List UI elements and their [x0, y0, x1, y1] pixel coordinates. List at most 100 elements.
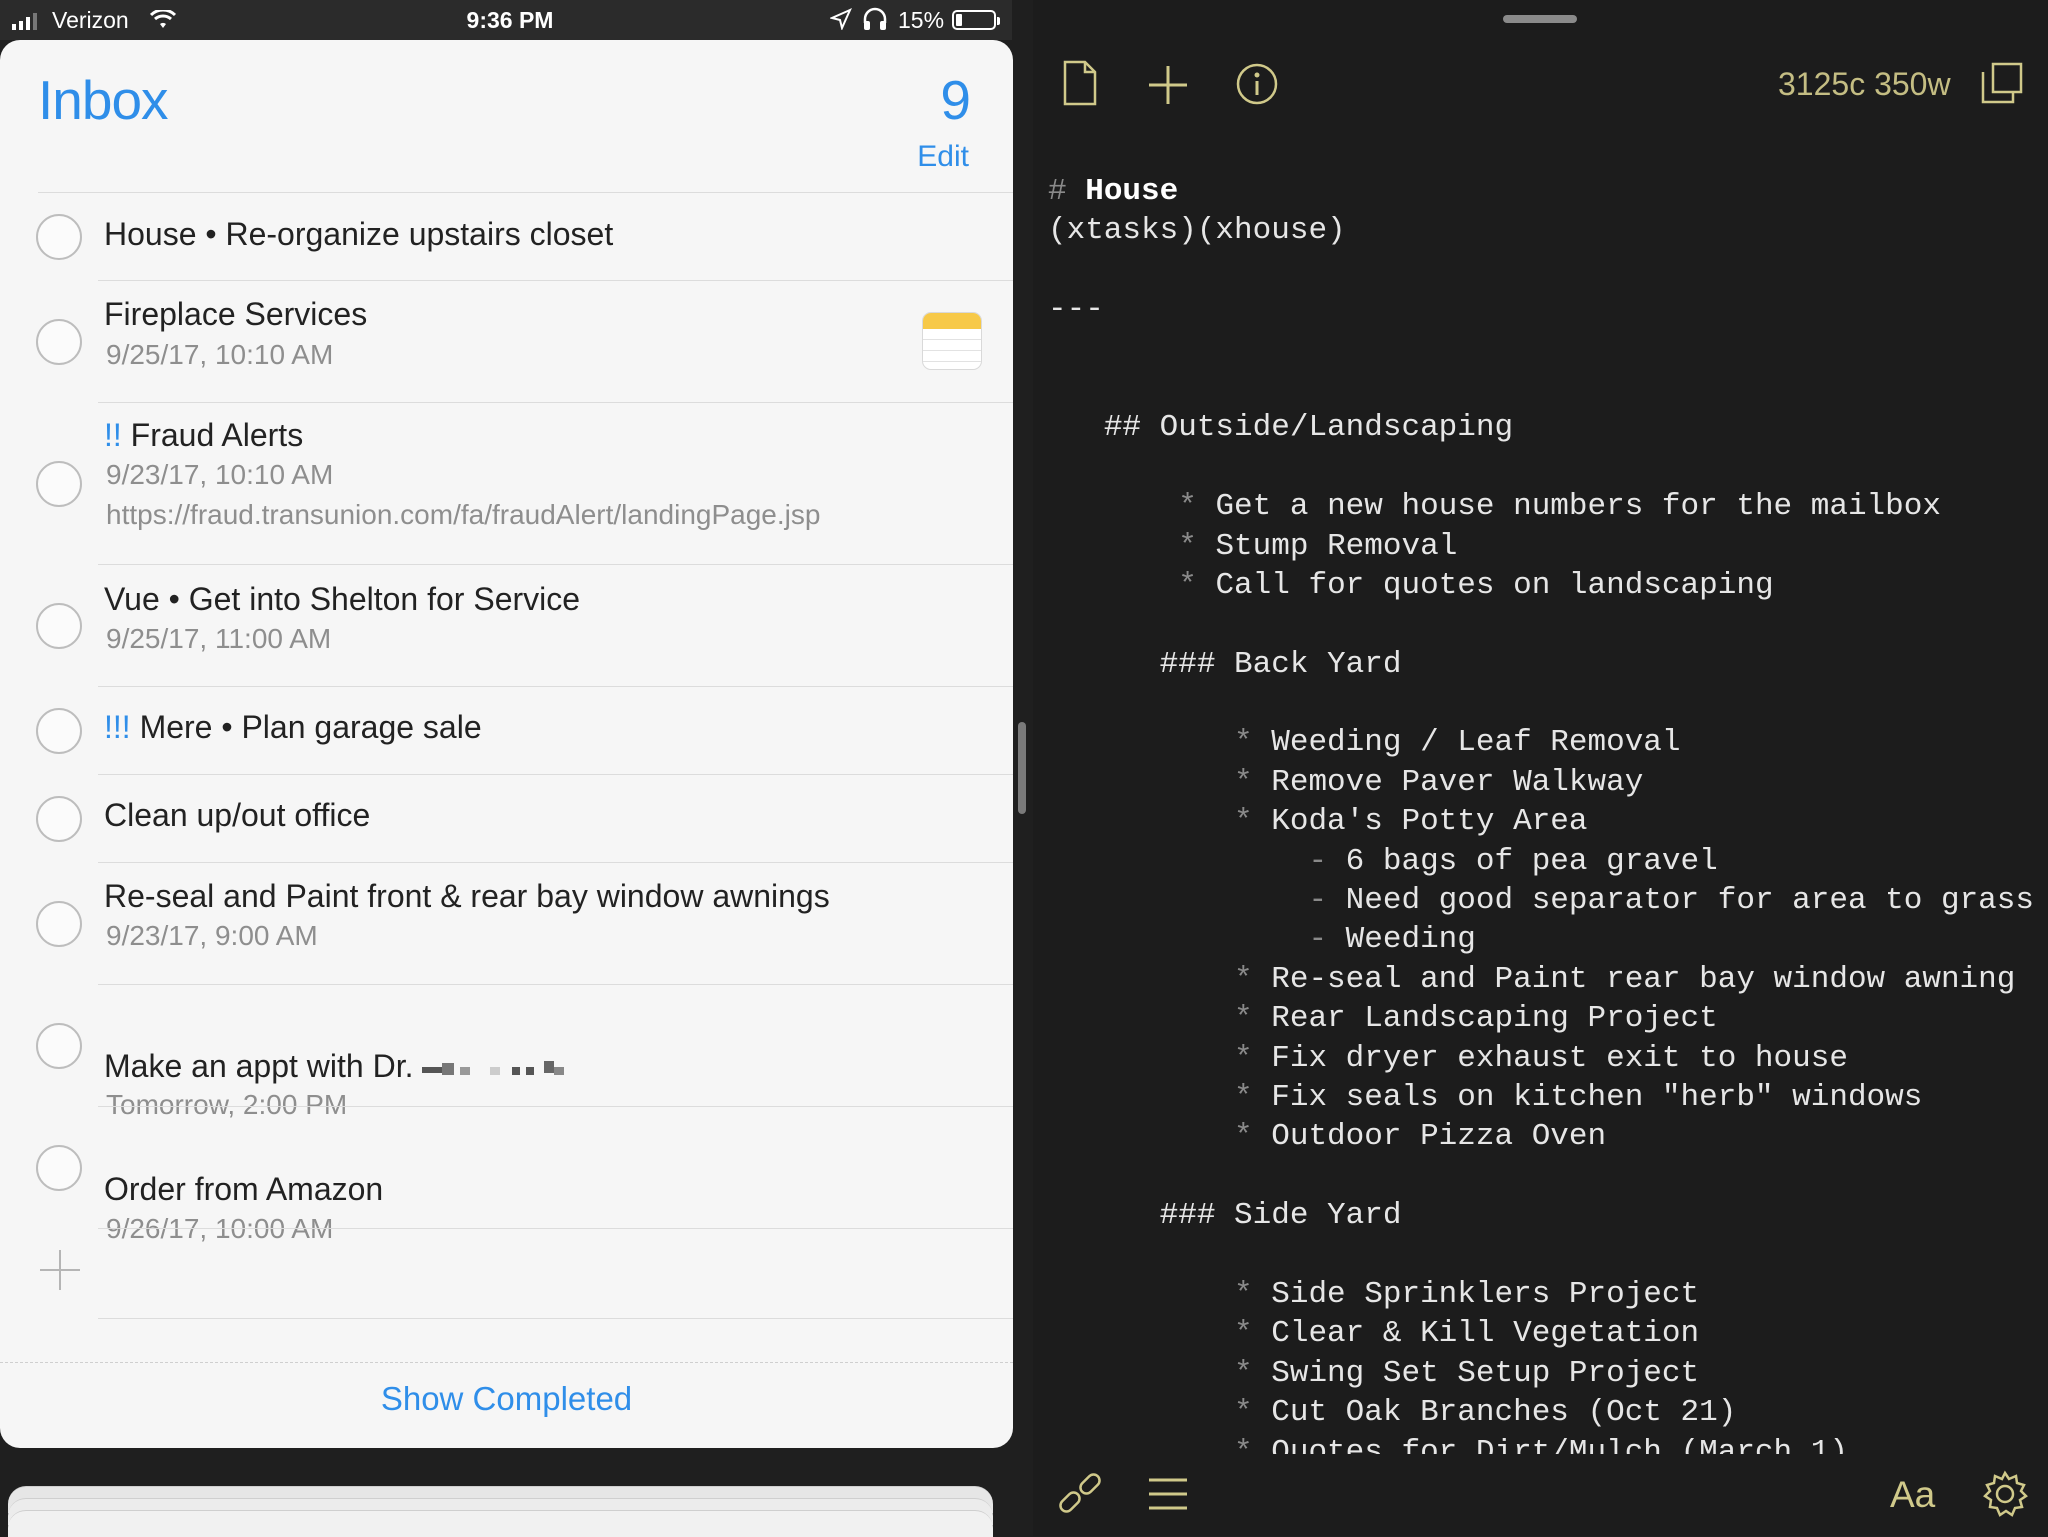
reminder-item[interactable]: !! Fraud Alerts 9/23/17, 10:10 AM https:…	[0, 403, 1013, 565]
markdown-mark: *	[1234, 1276, 1272, 1312]
editor-line: ## Outside/Landscaping	[1048, 408, 2043, 447]
editor-line: * Stump Removal	[1048, 527, 2043, 566]
location-icon	[828, 8, 852, 36]
line-text: Weeding	[1345, 922, 1476, 958]
show-completed-button[interactable]: Show Completed	[0, 1380, 1013, 1418]
complete-checkbox[interactable]	[36, 603, 82, 649]
editor-panel: 3125c 350w # House (xtasks)(xhouse) --- ##…	[1033, 0, 2048, 1536]
complete-checkbox[interactable]	[36, 796, 82, 842]
editor-line: - Need good separator for area to grass	[1048, 881, 2043, 920]
editor-line: * Get a new house numbers for the mailbo…	[1048, 487, 2043, 526]
line-text: Re-seal and Paint rear bay window awning	[1271, 961, 2016, 997]
add-reminder-plus-icon[interactable]	[40, 1250, 80, 1290]
complete-checkbox[interactable]	[36, 708, 82, 754]
gear-icon[interactable]	[1981, 1470, 2029, 1523]
editor-line: ---	[1048, 290, 2043, 329]
markdown-mark: *	[1234, 1434, 1272, 1455]
stacked-list[interactable]	[8, 1510, 993, 1537]
reminder-title: Re-seal and Paint front & rear bay windo…	[104, 878, 830, 914]
editor-line: * Quotes for Dirt/Mulch (March 1)	[1048, 1433, 2043, 1455]
font-settings-button[interactable]: Aa	[1890, 1474, 1935, 1516]
line-text: Get a new house numbers for the mailbox	[1215, 489, 1941, 525]
markdown-mark: -	[1308, 843, 1346, 879]
reminder-item[interactable]: Vue • Get into Shelton for Service 9/25/…	[0, 565, 1013, 687]
reminders-panel: Inbox 9 Edit House • Re-organize upstair…	[0, 40, 1013, 1448]
document-icon[interactable]	[1063, 60, 1097, 111]
editor-line: * Call for quotes on landscaping	[1048, 566, 2043, 605]
complete-checkbox[interactable]	[36, 901, 82, 947]
battery-percent: 15%	[898, 7, 945, 33]
reminder-date: 9/25/17, 10:10 AM	[106, 339, 334, 370]
line-text: House	[1085, 174, 1179, 209]
reminder-item[interactable]: Order from Amazon 9/26/17, 10:00 AM	[0, 1107, 1013, 1244]
divider	[98, 1318, 1013, 1319]
expand-icon[interactable]	[1981, 62, 2023, 109]
editor-line: * Weeding / Leaf Removal	[1048, 723, 2043, 762]
reminder-title: Vue • Get into Shelton for Service	[104, 581, 581, 617]
line-text: Fix dryer exhaust exit to house	[1271, 1040, 1848, 1076]
line-text: 6 bags of pea gravel	[1345, 843, 1718, 879]
plus-icon[interactable]	[1147, 64, 1189, 111]
line-text: (xtasks)(xhouse)	[1048, 213, 1346, 249]
line-text: Remove Paver Walkway	[1271, 764, 1644, 800]
editor-line: * Cut Oak Branches (Oct 21)	[1048, 1393, 2043, 1432]
markdown-mark: -	[1308, 922, 1346, 958]
reminder-item[interactable]: Clean up/out office	[0, 775, 1013, 863]
status-bar: Verizon 9:36 PM 15%	[0, 0, 1012, 40]
reminder-item[interactable]: House • Re-organize upstairs closet	[0, 193, 1013, 281]
list-title: Inbox	[38, 69, 169, 131]
drag-handle[interactable]	[1503, 15, 1577, 23]
markdown-mark: *	[1234, 804, 1272, 840]
markdown-editor[interactable]: # House (xtasks)(xhouse) --- ## Outside/La…	[1048, 172, 2043, 1454]
reminder-title: !!! Mere • Plan garage sale	[104, 709, 482, 746]
reminder-url[interactable]: https://fraud.transunion.com/fa/fraudAle…	[106, 499, 820, 531]
markdown-mark: *	[1234, 1079, 1272, 1115]
markdown-mark: -	[1308, 883, 1346, 919]
reminder-item[interactable]: !!! Mere • Plan garage sale	[0, 687, 1013, 775]
reminder-count: 9	[940, 69, 971, 131]
split-view-divider[interactable]	[1018, 722, 1026, 814]
reminder-title: Fireplace Services	[104, 296, 368, 332]
complete-checkbox[interactable]	[36, 319, 82, 365]
reminder-title: Make an appt with Dr.	[104, 1048, 602, 1085]
reminder-title-text: Make an appt with Dr.	[104, 1048, 414, 1084]
editor-line: # House	[1048, 172, 2043, 211]
notes-icon[interactable]	[922, 312, 982, 370]
character-word-count[interactable]: 3125c 350w	[1778, 66, 1951, 103]
edit-button[interactable]: Edit	[917, 140, 969, 174]
info-icon[interactable]	[1235, 62, 1279, 111]
editor-line: * Swing Set Setup Project	[1048, 1354, 2043, 1393]
list-icon[interactable]	[1147, 1477, 1189, 1516]
complete-checkbox[interactable]	[36, 214, 82, 260]
reminder-item[interactable]: Fireplace Services 9/25/17, 10:10 AM	[0, 281, 1013, 403]
link-icon[interactable]	[1055, 1470, 1105, 1525]
editor-line: * Fix seals on kitchen "herb" windows	[1048, 1078, 2043, 1117]
line-text: ---	[1048, 292, 1104, 328]
complete-checkbox[interactable]	[36, 1145, 82, 1191]
complete-checkbox[interactable]	[36, 461, 82, 507]
reminder-item[interactable]: Make an appt with Dr. Tomorrow, 2:00 PM	[0, 985, 1013, 1120]
complete-checkbox[interactable]	[36, 1023, 82, 1069]
reminder-item[interactable]: Re-seal and Paint front & rear bay windo…	[0, 863, 1013, 985]
line-text: ### Back Yard	[1159, 646, 1402, 682]
divider	[0, 1362, 1013, 1363]
markdown-mark: *	[1178, 489, 1216, 525]
markdown-mark: *	[1234, 1001, 1272, 1037]
